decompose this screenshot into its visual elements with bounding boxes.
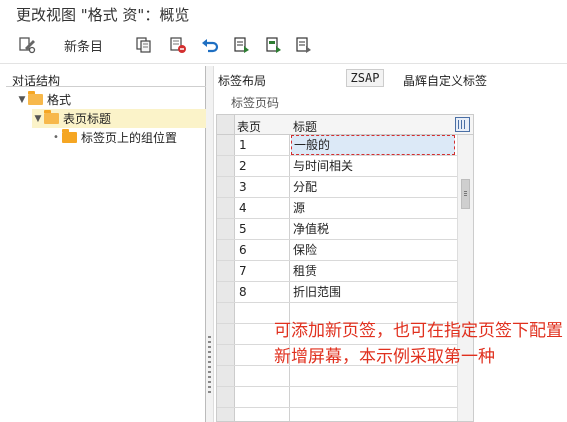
bullet-icon: • [53, 132, 59, 143]
table-vertical-scrollbar[interactable] [457, 135, 473, 421]
folder-icon [62, 129, 77, 143]
table-row[interactable]: 5 净值税 [217, 219, 457, 240]
title-bar: 更改视图 "格式 资"：概览 [0, 0, 567, 28]
page-number-cell: 7 [239, 264, 247, 278]
row-selector[interactable] [217, 198, 235, 218]
tab-page-code-label: 标签页码 [231, 96, 280, 110]
column-separator [289, 240, 290, 260]
row-selector[interactable] [217, 156, 235, 176]
row-selector[interactable] [217, 303, 235, 323]
tab-layout-label: 标签布局 [218, 74, 267, 88]
row-selector[interactable] [217, 135, 235, 155]
column-separator [289, 387, 290, 407]
column-header-title[interactable]: 标题 [293, 118, 317, 135]
row-selector[interactable] [217, 366, 235, 386]
folder-icon [28, 91, 43, 105]
page-number-cell: 4 [239, 201, 247, 215]
page-number-cell: 5 [239, 222, 247, 236]
table-row[interactable]: 4 源 [217, 198, 457, 219]
column-separator [289, 156, 290, 176]
scrollbar-thumb[interactable] [461, 179, 470, 209]
row-selector[interactable] [217, 261, 235, 281]
title-input[interactable]: 租赁 [291, 261, 455, 281]
row-selector[interactable] [217, 240, 235, 260]
tree-item-page-titles[interactable]: ▼ 表页标题 [32, 109, 206, 128]
row-selector[interactable] [217, 324, 235, 344]
title-input[interactable]: 分配 [291, 177, 455, 197]
toolbar: 新条目 [0, 28, 567, 64]
row-selector[interactable] [217, 345, 235, 365]
column-separator [289, 408, 290, 421]
new-entries-button[interactable]: 新条目 [64, 36, 103, 55]
tree-item-format[interactable]: ▼ 格式 [16, 90, 71, 109]
tree-item-label: 格式 [47, 93, 72, 107]
copy-icon[interactable] [134, 34, 154, 56]
title-input[interactable]: 源 [291, 198, 455, 218]
table-row[interactable]: 3 分配 [217, 177, 457, 198]
table-row[interactable]: 1 一般的 [217, 135, 457, 156]
annotation-note: 可添加新页签，也可在指定页签下配置新增屏幕，本示例采取第一种 [274, 321, 563, 367]
tree-item-group-positions[interactable]: • 标签页上的组位置 [50, 128, 177, 147]
row-selector[interactable] [217, 219, 235, 239]
table-header: 表页 标题 [217, 115, 473, 135]
deselect-all-icon[interactable] [294, 34, 314, 56]
column-separator [289, 282, 290, 302]
delete-icon[interactable] [168, 34, 188, 56]
tab-layout-description: 晶辉自定义标签 [403, 74, 488, 88]
window-title: 更改视图 "格式 资"：概览 [16, 6, 190, 24]
column-separator [289, 219, 290, 239]
column-separator [289, 177, 290, 197]
panel-splitter[interactable] [206, 66, 214, 422]
select-all-column[interactable] [217, 115, 235, 134]
select-all-icon[interactable] [232, 34, 252, 56]
column-separator [289, 198, 290, 218]
dialog-structure-panel: 对话结构 ▼ 格式 ▼ 表页标题 • 标签页上的组位置 [0, 66, 206, 422]
main-content: 标签布局 ZSAP 晶辉自定义标签 标签页码 表页 标题 1 一般的 2 与时间… [214, 66, 567, 422]
row-selector[interactable] [217, 282, 235, 302]
tab-layout-field: ZSAP [346, 69, 384, 87]
title-input[interactable]: 与时间相关 [291, 156, 455, 176]
undo-icon[interactable] [200, 34, 220, 56]
expand-caret-icon[interactable]: ▼ [16, 95, 28, 105]
page-number-cell: 1 [239, 138, 247, 152]
page-number-cell: 3 [239, 180, 247, 194]
empty-table-row[interactable] [217, 387, 457, 408]
table-row[interactable]: 8 折旧范围 [217, 282, 457, 303]
page-titles-table: 表页 标题 1 一般的 2 与时间相关 3 分配 4 源 5 净值税 6 保险 … [216, 114, 474, 422]
page-number-cell: 2 [239, 159, 247, 173]
title-input[interactable]: 折旧范围 [291, 282, 455, 302]
column-separator [289, 261, 290, 281]
tree-divider [6, 86, 206, 87]
page-number-cell: 6 [239, 243, 247, 257]
splitter-grip-icon[interactable] [208, 336, 211, 396]
display-change-icon[interactable] [16, 34, 38, 56]
expand-caret-icon[interactable]: ▼ [32, 114, 44, 124]
tree-item-label: 标签页上的组位置 [81, 131, 178, 145]
table-settings-icon[interactable] [455, 117, 470, 132]
title-input[interactable]: 保险 [291, 240, 455, 260]
tree-item-label: 表页标题 [63, 112, 112, 126]
table-row[interactable]: 2 与时间相关 [217, 156, 457, 177]
row-selector[interactable] [217, 408, 235, 421]
column-separator [289, 135, 290, 155]
title-input[interactable]: 一般的 [291, 135, 455, 155]
select-block-icon[interactable] [264, 34, 284, 56]
column-header-page[interactable]: 表页 [237, 118, 261, 135]
table-row[interactable]: 7 租赁 [217, 261, 457, 282]
page-number-cell: 8 [239, 285, 247, 299]
row-selector[interactable] [217, 387, 235, 407]
table-row[interactable]: 6 保险 [217, 240, 457, 261]
title-input[interactable]: 净值税 [291, 219, 455, 239]
folder-icon [44, 110, 59, 124]
row-selector[interactable] [217, 177, 235, 197]
